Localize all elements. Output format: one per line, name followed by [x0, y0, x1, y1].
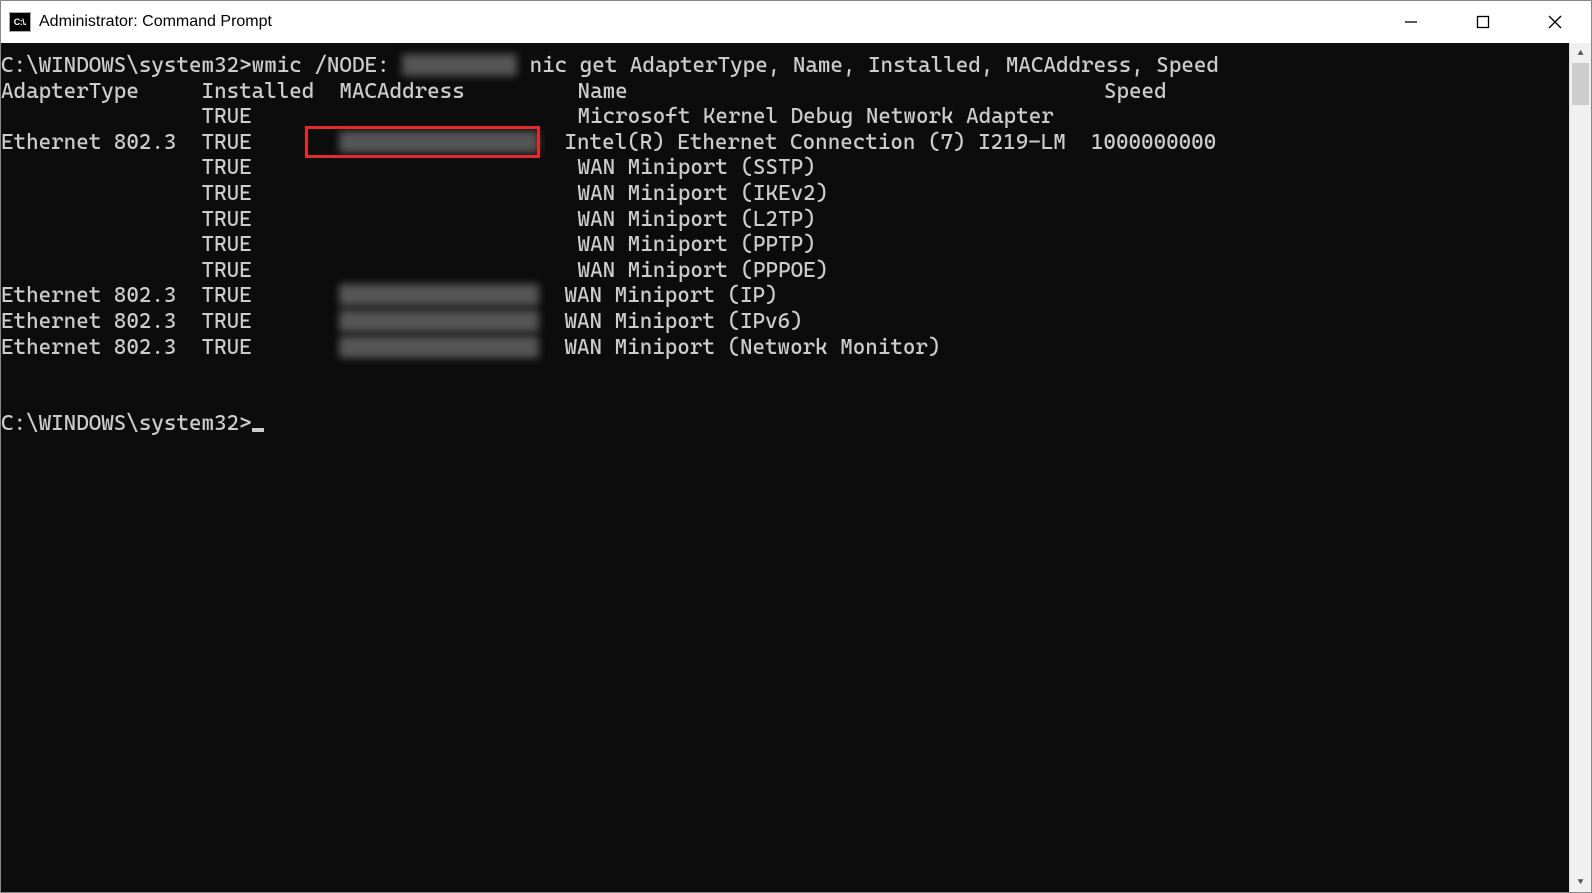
terminal-line: C:\WINDOWS\system32>wmic /NODE: nic get … [1, 53, 1569, 79]
table-row: TRUE WAN Miniport (PPTP) [1, 232, 1569, 258]
terminal-area: C:\WINDOWS\system32>wmic /NODE: nic get … [1, 43, 1591, 892]
scroll-up-arrow-icon[interactable]: ▲ [1570, 43, 1591, 63]
scroll-thumb[interactable] [1572, 63, 1589, 105]
redacted-mac [339, 284, 539, 306]
terminal-line: C:\WINDOWS\system32> [1, 411, 1569, 437]
cmd-icon: C:\. [9, 12, 31, 32]
scroll-down-arrow-icon[interactable]: ▼ [1570, 872, 1591, 892]
vertical-scrollbar[interactable]: ▲ ▼ [1569, 43, 1591, 892]
maximize-button[interactable] [1447, 1, 1519, 43]
terminal-line [1, 360, 1569, 386]
table-row: TRUE WAN Miniport (PPPOE) [1, 258, 1569, 284]
redacted-mac [339, 310, 539, 332]
table-row: TRUE WAN Miniport (SSTP) [1, 155, 1569, 181]
table-row: TRUE WAN Miniport (IKEv2) [1, 181, 1569, 207]
terminal-line [1, 386, 1569, 412]
redacted-mac [339, 336, 539, 358]
table-row: Ethernet 802.3 TRUE WAN Miniport (IP) [1, 283, 1569, 309]
terminal-output[interactable]: C:\WINDOWS\system32>wmic /NODE: nic get … [1, 43, 1569, 892]
table-row: Ethernet 802.3 TRUE WAN Miniport (Networ… [1, 335, 1569, 361]
table-row: TRUE Microsoft Kernel Debug Network Adap… [1, 104, 1569, 130]
redacted-mac [339, 131, 539, 153]
titlebar[interactable]: C:\. Administrator: Command Prompt [1, 1, 1591, 43]
window-controls [1375, 1, 1591, 43]
title-left: C:\. Administrator: Command Prompt [9, 12, 272, 32]
table-row: Ethernet 802.3 TRUE WAN Miniport (IPv6) [1, 309, 1569, 335]
cursor [252, 428, 264, 432]
window-title: Administrator: Command Prompt [39, 13, 272, 31]
redacted-node [402, 54, 517, 76]
window-frame: C:\. Administrator: Command Prompt C:\WI… [0, 0, 1592, 893]
terminal-line: AdapterType Installed MACAddress Name Sp… [1, 79, 1569, 105]
minimize-button[interactable] [1375, 1, 1447, 43]
table-row: Ethernet 802.3 TRUE Intel(R) Ethernet Co… [1, 130, 1569, 156]
table-row: TRUE WAN Miniport (L2TP) [1, 207, 1569, 233]
close-button[interactable] [1519, 1, 1591, 43]
